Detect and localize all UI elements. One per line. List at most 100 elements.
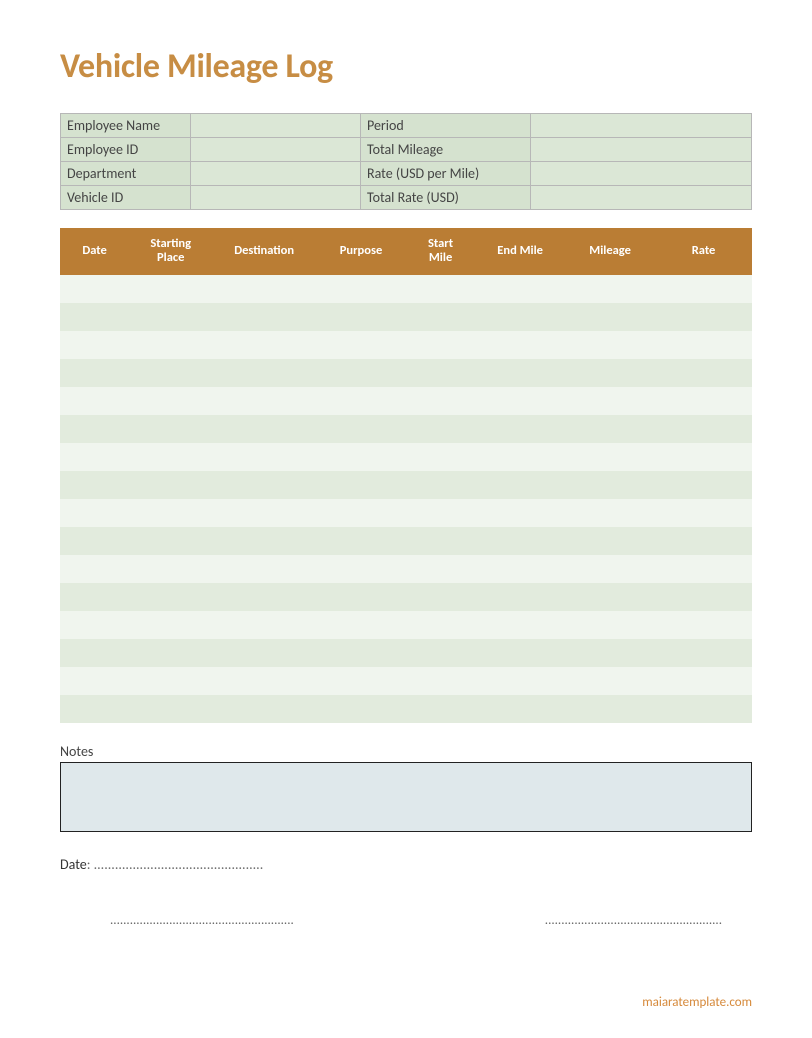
table-cell[interactable] — [475, 415, 565, 443]
table-cell[interactable] — [212, 695, 316, 723]
table-cell[interactable] — [406, 527, 475, 555]
table-cell[interactable] — [565, 331, 655, 359]
table-cell[interactable] — [212, 443, 316, 471]
table-cell[interactable] — [212, 611, 316, 639]
table-cell[interactable] — [475, 695, 565, 723]
table-cell[interactable] — [129, 359, 212, 387]
table-cell[interactable] — [475, 667, 565, 695]
table-cell[interactable] — [406, 359, 475, 387]
table-cell[interactable] — [316, 303, 406, 331]
table-cell[interactable] — [212, 639, 316, 667]
table-cell[interactable] — [212, 359, 316, 387]
table-cell[interactable] — [316, 331, 406, 359]
table-cell[interactable] — [565, 387, 655, 415]
table-cell[interactable] — [316, 667, 406, 695]
table-cell[interactable] — [406, 639, 475, 667]
table-cell[interactable] — [655, 443, 752, 471]
table-cell[interactable] — [60, 331, 129, 359]
table-cell[interactable] — [655, 303, 752, 331]
table-cell[interactable] — [475, 639, 565, 667]
table-cell[interactable] — [129, 499, 212, 527]
table-cell[interactable] — [475, 331, 565, 359]
table-cell[interactable] — [212, 303, 316, 331]
table-cell[interactable] — [655, 387, 752, 415]
table-cell[interactable] — [475, 499, 565, 527]
table-cell[interactable] — [316, 527, 406, 555]
table-cell[interactable] — [406, 471, 475, 499]
table-cell[interactable] — [475, 443, 565, 471]
info-value[interactable] — [191, 138, 361, 162]
table-cell[interactable] — [565, 499, 655, 527]
table-cell[interactable] — [406, 443, 475, 471]
table-cell[interactable] — [406, 331, 475, 359]
table-cell[interactable] — [655, 275, 752, 303]
table-cell[interactable] — [60, 667, 129, 695]
table-cell[interactable] — [655, 527, 752, 555]
table-cell[interactable] — [475, 611, 565, 639]
table-cell[interactable] — [316, 415, 406, 443]
table-cell[interactable] — [212, 499, 316, 527]
table-cell[interactable] — [565, 611, 655, 639]
table-cell[interactable] — [565, 471, 655, 499]
table-cell[interactable] — [129, 471, 212, 499]
table-cell[interactable] — [565, 359, 655, 387]
table-cell[interactable] — [316, 387, 406, 415]
table-cell[interactable] — [60, 527, 129, 555]
table-cell[interactable] — [60, 695, 129, 723]
table-cell[interactable] — [316, 443, 406, 471]
table-cell[interactable] — [655, 639, 752, 667]
table-cell[interactable] — [316, 639, 406, 667]
table-cell[interactable] — [655, 695, 752, 723]
table-cell[interactable] — [316, 695, 406, 723]
table-cell[interactable] — [129, 611, 212, 639]
table-cell[interactable] — [60, 639, 129, 667]
table-cell[interactable] — [60, 611, 129, 639]
table-cell[interactable] — [475, 555, 565, 583]
table-cell[interactable] — [655, 611, 752, 639]
table-cell[interactable] — [655, 499, 752, 527]
table-cell[interactable] — [316, 471, 406, 499]
table-cell[interactable] — [475, 471, 565, 499]
table-cell[interactable] — [406, 415, 475, 443]
table-cell[interactable] — [212, 583, 316, 611]
table-cell[interactable] — [475, 359, 565, 387]
table-cell[interactable] — [129, 583, 212, 611]
table-cell[interactable] — [212, 331, 316, 359]
info-value[interactable] — [191, 186, 361, 210]
table-cell[interactable] — [565, 275, 655, 303]
table-cell[interactable] — [406, 667, 475, 695]
table-cell[interactable] — [60, 387, 129, 415]
table-cell[interactable] — [655, 359, 752, 387]
table-cell[interactable] — [655, 667, 752, 695]
table-cell[interactable] — [60, 443, 129, 471]
table-cell[interactable] — [655, 583, 752, 611]
table-cell[interactable] — [60, 415, 129, 443]
table-cell[interactable] — [475, 275, 565, 303]
table-cell[interactable] — [565, 639, 655, 667]
table-cell[interactable] — [655, 471, 752, 499]
table-cell[interactable] — [565, 303, 655, 331]
info-value[interactable] — [531, 186, 752, 210]
table-cell[interactable] — [60, 275, 129, 303]
table-cell[interactable] — [316, 583, 406, 611]
table-cell[interactable] — [316, 359, 406, 387]
table-cell[interactable] — [129, 695, 212, 723]
info-value[interactable] — [531, 114, 752, 138]
table-cell[interactable] — [655, 415, 752, 443]
table-cell[interactable] — [60, 583, 129, 611]
table-cell[interactable] — [60, 359, 129, 387]
notes-box[interactable] — [60, 762, 752, 832]
table-cell[interactable] — [129, 667, 212, 695]
info-value[interactable] — [191, 114, 361, 138]
table-cell[interactable] — [406, 695, 475, 723]
table-cell[interactable] — [316, 611, 406, 639]
table-cell[interactable] — [565, 583, 655, 611]
table-cell[interactable] — [60, 499, 129, 527]
table-cell[interactable] — [565, 415, 655, 443]
table-cell[interactable] — [406, 303, 475, 331]
table-cell[interactable] — [655, 331, 752, 359]
table-cell[interactable] — [129, 639, 212, 667]
table-cell[interactable] — [406, 611, 475, 639]
table-cell[interactable] — [129, 331, 212, 359]
table-cell[interactable] — [406, 275, 475, 303]
